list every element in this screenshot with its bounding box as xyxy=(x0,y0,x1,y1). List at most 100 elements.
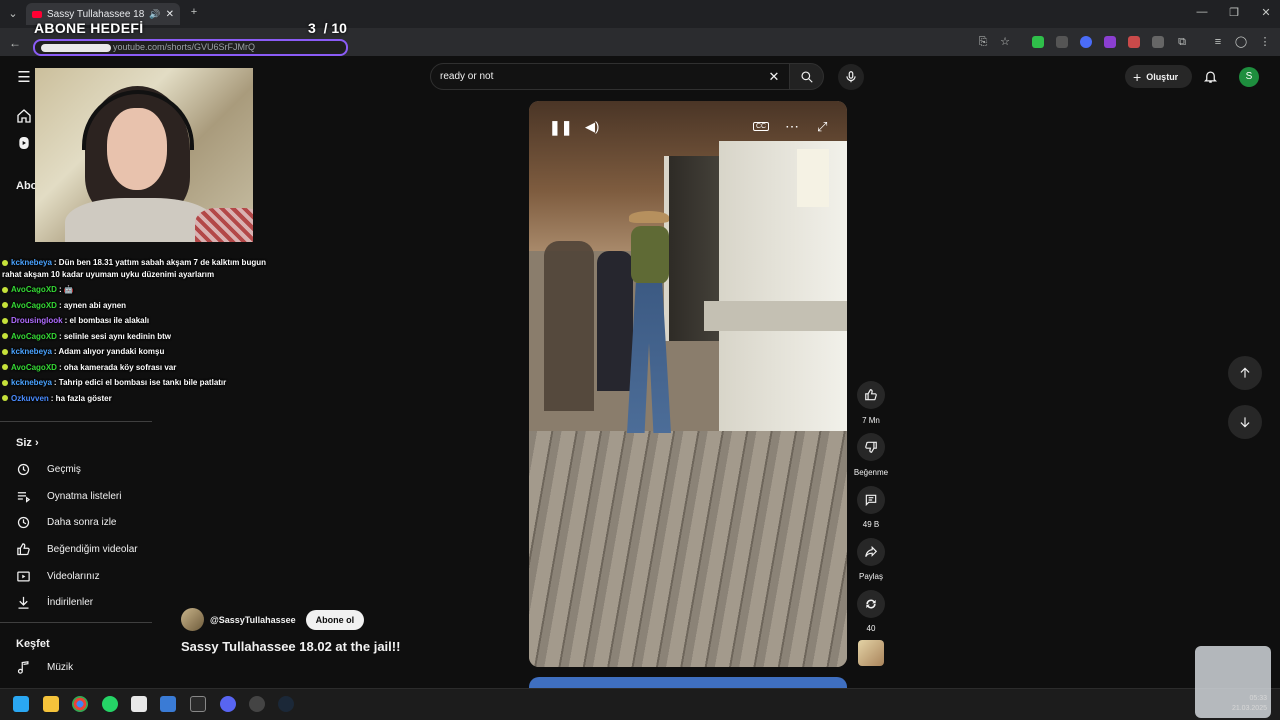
extension-icon[interactable] xyxy=(1128,36,1140,48)
clear-search-icon[interactable]: ✕ xyxy=(766,69,782,85)
discord-icon[interactable] xyxy=(220,696,236,712)
video-scene-hat xyxy=(629,211,669,223)
chat-text: : 🤖 xyxy=(58,285,74,294)
like-button[interactable] xyxy=(857,381,885,409)
chat-badge-icon xyxy=(2,364,8,371)
fullscreen-icon[interactable]: ⤢ xyxy=(817,119,827,135)
chrome-menu-icon[interactable]: ⋮ xyxy=(1258,35,1272,48)
chat-text: : oha kamerada köy sofrası var xyxy=(58,362,177,372)
subscribe-button[interactable]: Abone ol xyxy=(305,609,365,630)
home-icon[interactable] xyxy=(16,108,32,124)
video-scene-bystander xyxy=(544,241,594,411)
video-scene-sign xyxy=(797,149,829,207)
channel-info: @SassyTullahassee Abone ol xyxy=(181,608,365,631)
chat-badge-icon xyxy=(2,259,8,266)
tab-search-icon[interactable]: ⌄ xyxy=(6,7,20,20)
next-short-button[interactable] xyxy=(1228,405,1262,439)
chat-text: : Tahrip edici el bombası ise tankı bile… xyxy=(53,378,227,387)
dislike-button[interactable] xyxy=(857,433,885,461)
sidebar-item-history[interactable]: Geçmiş xyxy=(16,459,81,479)
more-options-icon[interactable]: ⋯ xyxy=(785,118,799,135)
sidebar-item-music[interactable]: Müzik xyxy=(16,657,73,677)
thumbs-down-icon xyxy=(865,441,877,453)
shorts-video-player[interactable]: ❚❚ ◀) CC ⋯ ⤢ xyxy=(529,101,847,667)
extension-icon[interactable] xyxy=(1056,36,1068,48)
comment-icon xyxy=(865,494,877,507)
volume-icon[interactable]: ◀) xyxy=(585,119,599,135)
chat-message: kcknebeya: Tahrip edici el bombası ise t… xyxy=(2,375,272,391)
chat-username: AvoCagoXD xyxy=(11,331,57,341)
search-button[interactable] xyxy=(789,63,824,90)
app-icon[interactable] xyxy=(131,696,147,712)
video-scene-floor xyxy=(529,431,847,667)
close-tab-icon[interactable]: ✕ xyxy=(166,9,174,20)
subscriber-goal-count: 3 / 10 xyxy=(308,20,347,36)
sidebar-item-watch-later[interactable]: Daha sonra izle xyxy=(16,512,116,532)
whatsapp-icon[interactable] xyxy=(102,696,118,712)
chat-username: Ozkuvven xyxy=(11,393,49,403)
plus-icon: + xyxy=(1133,68,1142,85)
chat-badge-icon xyxy=(2,379,8,386)
file-explorer-icon[interactable] xyxy=(43,696,59,712)
new-tab-icon[interactable]: + xyxy=(188,6,200,18)
steam-icon[interactable] xyxy=(278,696,294,712)
epic-games-icon[interactable] xyxy=(190,696,206,712)
maximize-icon[interactable]: ❐ xyxy=(1227,6,1241,19)
sidebar-item-your-videos[interactable]: Videolarınız xyxy=(16,566,100,586)
your-videos-icon xyxy=(17,571,30,581)
shorts-icon[interactable] xyxy=(16,135,32,151)
audio-source-thumbnail[interactable] xyxy=(858,640,884,666)
sidebar-item-label: Daha sonra izle xyxy=(47,516,117,528)
back-icon[interactable]: ← xyxy=(8,36,22,50)
channel-handle[interactable]: @SassyTullahassee xyxy=(210,615,296,625)
chat-message: Drousinglook: el bombası ile alakalı xyxy=(2,313,272,329)
extensions-puzzle-icon[interactable]: ⧉ xyxy=(1175,36,1189,49)
comments-button[interactable] xyxy=(857,486,885,514)
chat-message: kcknebeya: Adam alıyor yandaki komşu xyxy=(2,344,272,360)
extension-icon[interactable] xyxy=(1032,36,1044,48)
previous-short-button[interactable] xyxy=(1228,356,1262,390)
notifications-bell-icon[interactable] xyxy=(1203,69,1218,84)
chat-badge-icon xyxy=(2,395,8,402)
goal-current: 3 xyxy=(308,20,316,36)
pause-icon[interactable]: ❚❚ xyxy=(549,119,572,136)
video-scene-counter xyxy=(704,301,847,331)
chat-badge-icon xyxy=(2,302,8,309)
redacted-area xyxy=(41,43,111,52)
mic-icon xyxy=(846,71,856,83)
share-button[interactable] xyxy=(857,538,885,566)
remix-count: 40 xyxy=(866,624,876,633)
create-button[interactable]: + Oluştur xyxy=(1125,65,1192,88)
reading-list-icon[interactable]: ≡ xyxy=(1211,36,1225,48)
account-avatar[interactable]: S xyxy=(1239,67,1259,87)
you-heading[interactable]: Siz › xyxy=(16,437,39,449)
playlist-icon xyxy=(17,491,31,503)
sidebar-item-downloads[interactable]: İndirilenler xyxy=(16,592,93,612)
channel-avatar[interactable] xyxy=(181,608,204,631)
bookmark-star-icon[interactable]: ☆ xyxy=(998,35,1012,48)
tab-title: Sassy Tullahassee 18.02 at t xyxy=(47,8,145,20)
extension-icon[interactable] xyxy=(1104,36,1116,48)
windows-start-icon[interactable] xyxy=(13,696,29,712)
install-app-icon[interactable]: ⎘ xyxy=(976,36,990,49)
photos-icon[interactable] xyxy=(160,696,176,712)
extension-icon[interactable] xyxy=(1080,36,1092,48)
captions-icon[interactable]: CC xyxy=(753,122,770,131)
url-field[interactable]: youtube.com/shorts/GVU6SrFJMrQ xyxy=(33,39,348,56)
share-label: Paylaş xyxy=(858,572,883,581)
sidebar-item-playlists[interactable]: Oynatma listeleri xyxy=(16,486,121,506)
remix-icon xyxy=(866,599,876,609)
app-icon[interactable] xyxy=(249,696,265,712)
profile-icon[interactable]: ◯ xyxy=(1234,35,1248,48)
you-heading-label: Siz xyxy=(16,437,32,449)
remix-button[interactable] xyxy=(857,590,885,618)
search-input[interactable]: ready or not xyxy=(430,63,790,90)
system-clock[interactable]: 05:33 21.03.2025 xyxy=(1225,694,1267,714)
sidebar-item-liked-videos[interactable]: Beğendiğim videolar xyxy=(16,539,138,559)
extension-icon[interactable] xyxy=(1152,36,1164,48)
webcam-pillow xyxy=(195,208,253,242)
minimize-icon[interactable]: — xyxy=(1195,6,1209,18)
voice-search-button[interactable] xyxy=(838,64,864,90)
close-window-icon[interactable]: ✕ xyxy=(1259,6,1273,19)
chrome-icon[interactable] xyxy=(72,696,88,712)
